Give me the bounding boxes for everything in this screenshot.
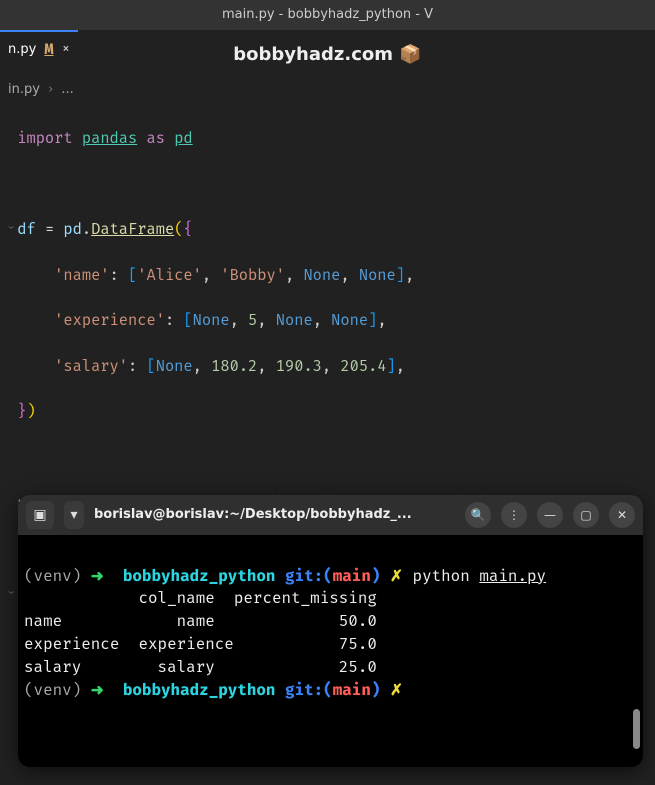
menu-icon: ⋮ bbox=[508, 508, 520, 522]
terminal-window: ▣ ▾ borislav@borislav:~/Desktop/bobbyhad… bbox=[18, 495, 643, 767]
terminal-title: borislav@borislav:~/Desktop/bobbyhadz_..… bbox=[94, 507, 455, 522]
terminal-output-line: name name 50.0 bbox=[24, 612, 377, 631]
terminal-output-line: salary salary 25.0 bbox=[24, 658, 377, 677]
dropdown-icon: ▾ bbox=[70, 507, 77, 523]
terminal-body[interactable]: (venv) ➜ bobbyhadz_python git:(main) ✗ p… bbox=[18, 535, 643, 767]
terminal-close-button[interactable]: ✕ bbox=[609, 502, 635, 528]
window-title-bar: main.py - bobbyhadz_python - V bbox=[0, 0, 655, 30]
minimize-icon: — bbox=[544, 508, 556, 522]
breadcrumb-more: ... bbox=[61, 82, 73, 97]
window-title: main.py - bobbyhadz_python - V bbox=[222, 7, 433, 22]
terminal-minimize-button[interactable]: — bbox=[537, 502, 563, 528]
breadcrumb-separator: › bbox=[48, 82, 53, 97]
search-icon: 🔍 bbox=[471, 508, 486, 522]
terminal-scrollbar[interactable] bbox=[633, 709, 640, 749]
tab-close-icon[interactable]: × bbox=[62, 41, 71, 58]
terminal-titlebar[interactable]: ▣ ▾ borislav@borislav:~/Desktop/bobbyhad… bbox=[18, 495, 643, 535]
fold-icon[interactable]: › bbox=[1, 589, 18, 596]
newtab-icon: ▣ bbox=[33, 507, 46, 523]
header: n.py M × bobbyhadz.com 📦 bbox=[0, 30, 655, 78]
terminal-dropdown-button[interactable]: ▾ bbox=[64, 501, 84, 529]
maximize-icon: ▢ bbox=[580, 508, 591, 522]
tab-modified-marker: M bbox=[44, 40, 53, 59]
tab-filename: n.py bbox=[8, 42, 36, 57]
terminal-output-line: experience experience 75.0 bbox=[24, 635, 377, 654]
terminal-search-button[interactable]: 🔍 bbox=[465, 502, 491, 528]
editor-tab[interactable]: n.py M × bbox=[0, 30, 78, 66]
terminal-newtab-button[interactable]: ▣ bbox=[26, 501, 54, 529]
terminal-output-line: col_name percent_missing bbox=[24, 589, 377, 608]
terminal-menu-button[interactable]: ⋮ bbox=[501, 502, 527, 528]
fold-icon[interactable]: › bbox=[1, 224, 18, 231]
cube-icon: 📦 bbox=[399, 44, 421, 65]
terminal-maximize-button[interactable]: ▢ bbox=[573, 502, 599, 528]
breadcrumb[interactable]: in.py › ... bbox=[0, 78, 655, 101]
breadcrumb-file: in.py bbox=[8, 82, 40, 97]
site-title: bobbyhadz.com 📦 bbox=[0, 44, 655, 65]
close-icon: ✕ bbox=[617, 508, 627, 522]
